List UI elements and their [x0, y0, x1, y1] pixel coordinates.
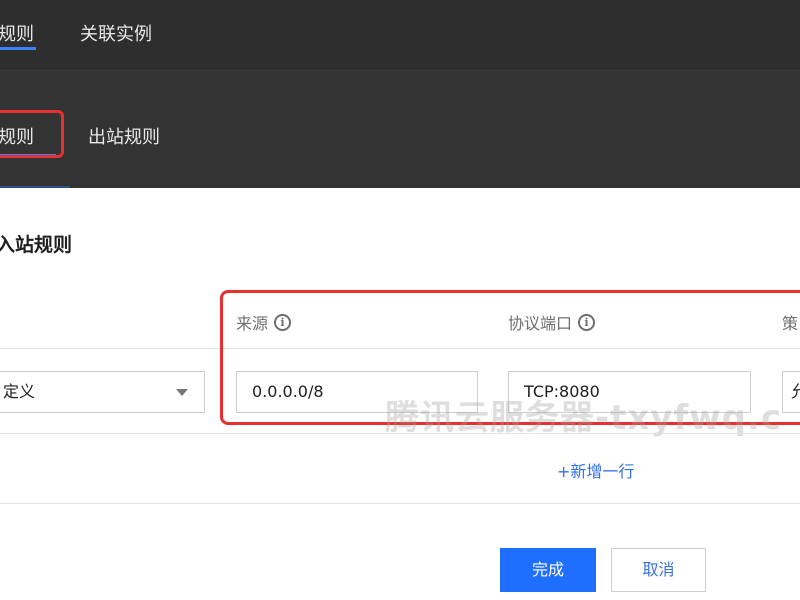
- row-divider: [0, 433, 800, 434]
- confirm-button[interactable]: 完成: [500, 548, 596, 592]
- sub-tab-bar: 规则 出站规则: [0, 70, 800, 189]
- chevron-down-icon: [176, 389, 188, 396]
- highlight-box-source-port: [220, 290, 800, 425]
- tab-rules[interactable]: 规则: [0, 20, 34, 46]
- type-select-value: 定义: [3, 382, 36, 401]
- type-select[interactable]: 定义: [0, 371, 205, 413]
- screen: 规则 关联实例 规则 出站规则 入站规则 来源 i 协议端口 i 策 定义 0.…: [0, 0, 800, 600]
- add-row-link[interactable]: +新增一行: [557, 458, 634, 482]
- tab-rules-underline: [0, 47, 36, 50]
- tab-associated-instances[interactable]: 关联实例: [80, 20, 152, 46]
- cancel-button[interactable]: 取消: [611, 548, 706, 592]
- footer-divider: [0, 503, 800, 504]
- tab-outbound-rules[interactable]: 出站规则: [88, 123, 160, 149]
- add-inbound-rule-dialog: 入站规则 来源 i 协议端口 i 策 定义 0.0.0.0/8 TCP:8080…: [0, 188, 800, 600]
- highlight-box-inbound-tab: [0, 110, 64, 158]
- top-tab-bar: 规则 关联实例: [0, 0, 800, 70]
- dialog-title: 入站规则: [0, 234, 73, 256]
